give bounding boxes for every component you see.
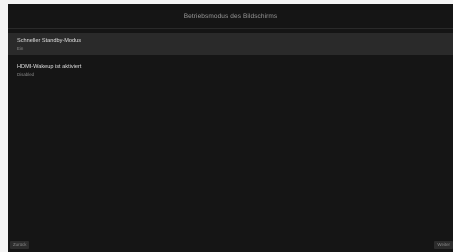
menu-item-value: Disabled	[17, 72, 35, 77]
tv-settings-screen: Betriebsmodus des Bildschirms Schneller …	[8, 4, 453, 252]
page-title: Betriebsmodus des Bildschirms	[183, 12, 278, 20]
next-button[interactable]: Weiter	[434, 241, 453, 249]
menu-item-title: Schneller Standby-Modus	[17, 38, 82, 44]
settings-menu: Schneller Standby-Modus Ein HDMI-Wakeup …	[8, 33, 453, 81]
header-divider	[8, 28, 453, 29]
menu-item-quick-standby[interactable]: Schneller Standby-Modus Ein	[8, 33, 453, 55]
back-button[interactable]: Zurück	[10, 241, 30, 249]
menu-item-value: Ein	[17, 46, 24, 51]
menu-item-hdmi-wakeup[interactable]: HDMI-Wakeup ist aktiviert Disabled	[8, 59, 453, 81]
menu-item-title: HDMI-Wakeup ist aktiviert	[17, 64, 82, 70]
header: Betriebsmodus des Bildschirms	[8, 4, 453, 28]
